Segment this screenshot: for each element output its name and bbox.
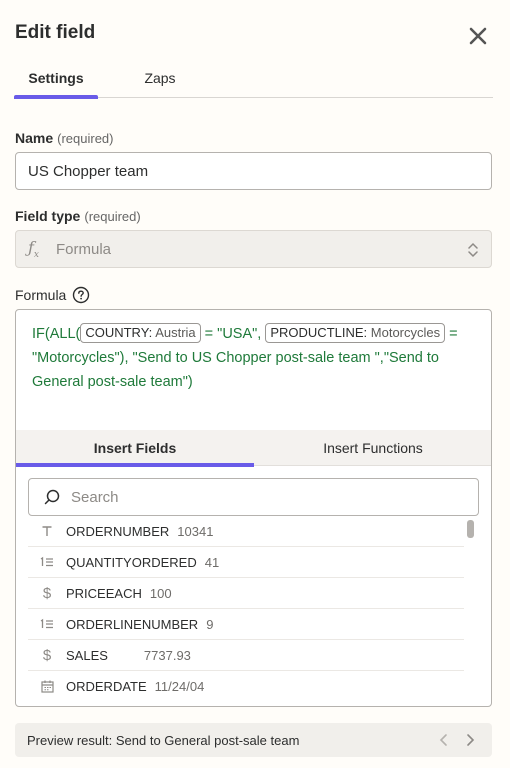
- fields-list: ORDERNUMBER 10341 QUANTITYORDERED 41 $ P…: [28, 516, 464, 696]
- tab-settings[interactable]: Settings: [14, 58, 98, 99]
- tab-insert-fields[interactable]: Insert Fields: [16, 430, 254, 467]
- name-input[interactable]: US Chopper team: [15, 152, 492, 190]
- close-button[interactable]: [464, 22, 492, 50]
- preview-result: Preview result: Send to General post-sal…: [15, 723, 492, 757]
- field-type-required-hint: (required): [84, 209, 141, 224]
- field-type-select[interactable]: ƒx Formula: [15, 230, 492, 268]
- name-input-value: US Chopper team: [28, 162, 149, 180]
- settings-tabs: Settings Zaps: [14, 58, 493, 99]
- text-icon: [28, 525, 66, 537]
- list-item[interactable]: ORDERDATE 11/24/04: [28, 671, 464, 696]
- preview-text: Preview result: Send to General post-sal…: [27, 732, 300, 748]
- field-type-value: Formula: [56, 240, 112, 258]
- list-item[interactable]: ORDERNUMBER 10341: [28, 516, 464, 547]
- preview-prev-button[interactable]: [435, 731, 453, 749]
- list-item[interactable]: $ SALES 7737.93: [28, 640, 464, 671]
- tab-insert-functions[interactable]: Insert Functions: [254, 430, 491, 466]
- preview-next-button[interactable]: [461, 731, 479, 749]
- formula-field-chip-productline[interactable]: PRODUCTLINE: Motorcycles: [265, 323, 446, 343]
- calendar-icon: [28, 680, 66, 693]
- close-icon: [469, 27, 487, 45]
- search-icon: [44, 489, 60, 505]
- name-label: Name (required): [15, 130, 114, 146]
- dialog-title: Edit field: [15, 22, 96, 43]
- tab-zaps[interactable]: Zaps: [118, 58, 202, 98]
- number-icon: [28, 556, 66, 568]
- chevron-right-icon: [467, 734, 475, 746]
- chevron-updown-icon: [468, 242, 478, 258]
- list-item[interactable]: ORDERLINENUMBER 9: [28, 609, 464, 640]
- list-item[interactable]: $ PRICEEACH 100: [28, 578, 464, 609]
- dollar-icon: $: [42, 584, 52, 602]
- fx-icon: ƒx: [28, 237, 39, 261]
- formula-field-chip-country[interactable]: COUNTRY: Austria: [80, 323, 201, 343]
- scrollbar-thumb[interactable]: [467, 520, 474, 538]
- insert-tabs: Insert Fields Insert Functions: [16, 430, 491, 467]
- formula-expression[interactable]: IF(ALL(COUNTRY: Austria = "USA", PRODUCT…: [32, 322, 482, 394]
- list-item[interactable]: QUANTITYORDERED 41: [28, 547, 464, 578]
- chevron-left-icon: [439, 734, 447, 746]
- formula-label: Formula: [15, 286, 90, 304]
- fields-scrollbar[interactable]: [466, 518, 476, 694]
- search-input[interactable]: Search: [28, 478, 479, 516]
- number-icon: [28, 618, 66, 630]
- dollar-icon: $: [42, 646, 52, 664]
- help-icon[interactable]: [72, 286, 90, 304]
- formula-editor[interactable]: IF(ALL(COUNTRY: Austria = "USA", PRODUCT…: [15, 309, 492, 707]
- search-placeholder: Search: [71, 488, 119, 506]
- name-required-hint: (required): [57, 131, 114, 146]
- field-type-label: Field type (required): [15, 208, 141, 224]
